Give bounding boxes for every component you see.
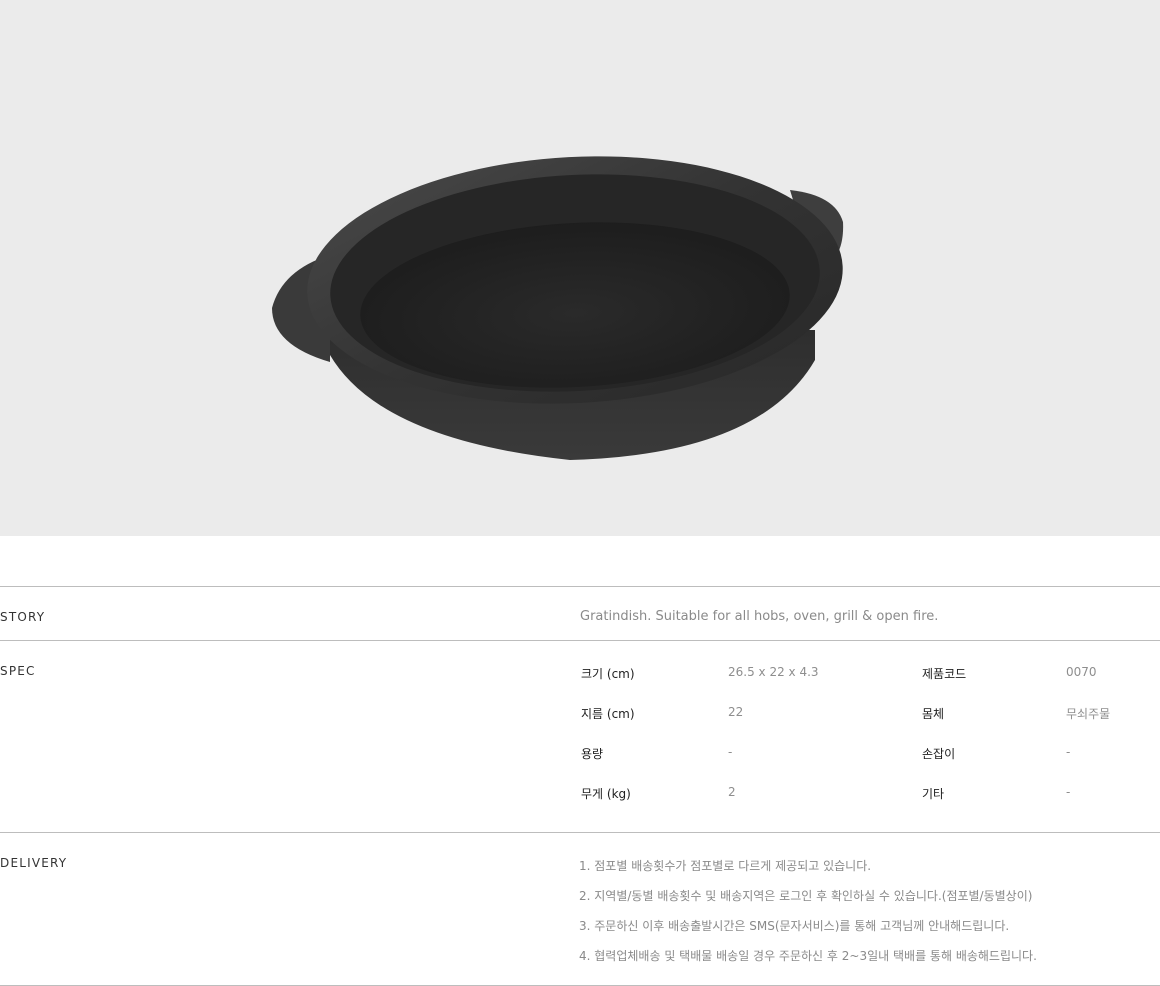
delivery-row: DELIVERY 1. 점포별 배송횟수가 점포별로 다르게 제공되고 있습니다…: [0, 832, 1160, 986]
spec-key-handle: 손잡이: [922, 747, 956, 761]
product-image-area: [0, 0, 1160, 536]
delivery-line: 3. 주문하신 이후 배송출발시간은 SMS(문자서비스)를 통해 고객님께 안…: [579, 919, 1010, 933]
spec-key-product-code: 제품코드: [922, 667, 967, 681]
product-image: [272, 156, 844, 460]
spec-value-product-code: 0070: [1066, 665, 1097, 679]
delivery-line: 1. 점포별 배송횟수가 점포별로 다르게 제공되고 있습니다.: [579, 859, 872, 873]
delivery-label: DELIVERY: [0, 856, 68, 870]
spec-key-weight: 무게 (kg): [581, 787, 631, 801]
spec-value-size: 26.5 x 22 x 4.3: [728, 665, 819, 679]
spec-key-capacity: 용량: [581, 747, 604, 761]
spec-value-weight: 2: [728, 785, 736, 799]
spec-value-body: 무쇠주물: [1066, 707, 1111, 721]
story-text: Gratindish. Suitable for all hobs, oven,…: [580, 609, 939, 624]
spec-value-other: -: [1066, 785, 1071, 799]
spec-label: SPEC: [0, 664, 36, 678]
spec-value-capacity: -: [728, 745, 733, 759]
spec-key-body: 몸체: [922, 707, 945, 721]
delivery-line: 2. 지역별/동별 배송횟수 및 배송지역은 로그인 후 확인하실 수 있습니다…: [579, 889, 1033, 903]
story-row: STORY Gratindish. Suitable for all hobs,…: [0, 586, 1160, 641]
spec-key-size: 크기 (cm): [581, 667, 635, 681]
spec-key-other: 기타: [922, 787, 945, 801]
spec-row: SPEC 크기 (cm) 26.5 x 22 x 4.3 제품코드 0070 지…: [0, 640, 1160, 833]
delivery-line: 4. 협력업체배송 및 택배물 배송일 경우 주문하신 후 2~3일내 택배를 …: [579, 949, 1037, 963]
spec-value-diameter: 22: [728, 705, 744, 719]
spec-value-handle: -: [1066, 745, 1071, 759]
story-label: STORY: [0, 610, 46, 624]
spec-key-diameter: 지름 (cm): [581, 707, 635, 721]
